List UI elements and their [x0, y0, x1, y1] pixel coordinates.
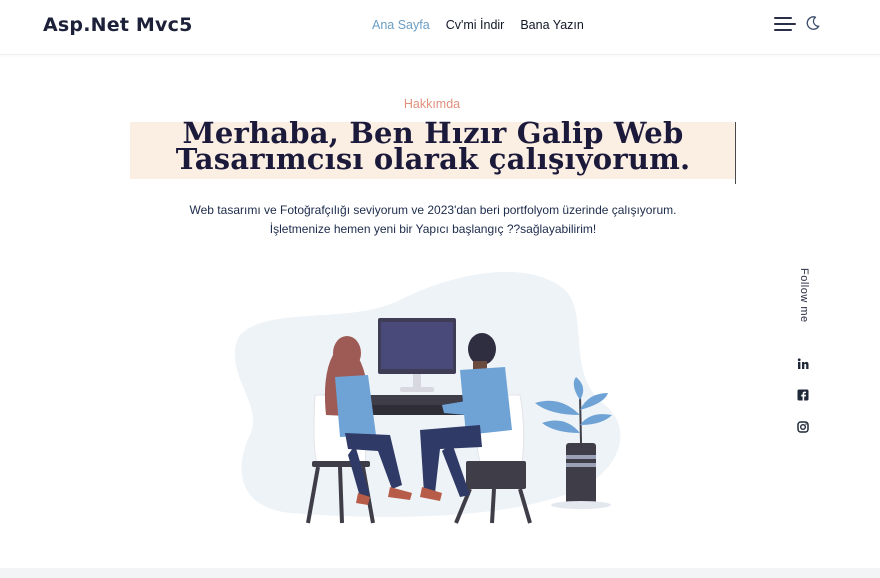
instagram-icon[interactable]	[796, 420, 810, 434]
facebook-icon[interactable]	[796, 388, 810, 402]
hamburger-icon[interactable]	[774, 16, 796, 32]
nav-item-contact[interactable]: Bana Yazın	[520, 18, 583, 32]
intro-line-2: İşletmenize hemen yeni bir Yapıcı başlan…	[269, 222, 597, 236]
hero-headline: Merhaba, Ben Hızır Galip Web Tasarımcısı…	[130, 119, 736, 174]
follow-me-label: Follow me	[798, 268, 810, 323]
site-header: Asp.Net Mvc5 Ana Sayfa Cv'mi İndir Bana …	[0, 0, 880, 55]
headline-line-2: Tasarımcısı olarak çalışıyorum.	[175, 142, 691, 176]
intro-line-1: Web tasarımı ve Fotoğrafçılığı seviyorum…	[189, 203, 677, 217]
nav-item-home[interactable]: Ana Sayfa	[372, 18, 430, 32]
hero-intro: Web tasarımı ve Fotoğrafçılığı seviyorum…	[0, 201, 866, 239]
main-nav: Ana Sayfa Cv'mi İndir Bana Yazın	[372, 18, 584, 32]
nav-item-download-cv[interactable]: Cv'mi İndir	[446, 18, 505, 32]
linkedin-icon[interactable]	[796, 357, 810, 371]
moon-icon[interactable]	[805, 15, 821, 31]
section-eyebrow: Hakkımda	[403, 97, 461, 111]
footer-strip	[0, 568, 880, 578]
brand-logo[interactable]: Asp.Net Mvc5	[43, 14, 193, 36]
coworking-illustration	[234, 271, 621, 524]
